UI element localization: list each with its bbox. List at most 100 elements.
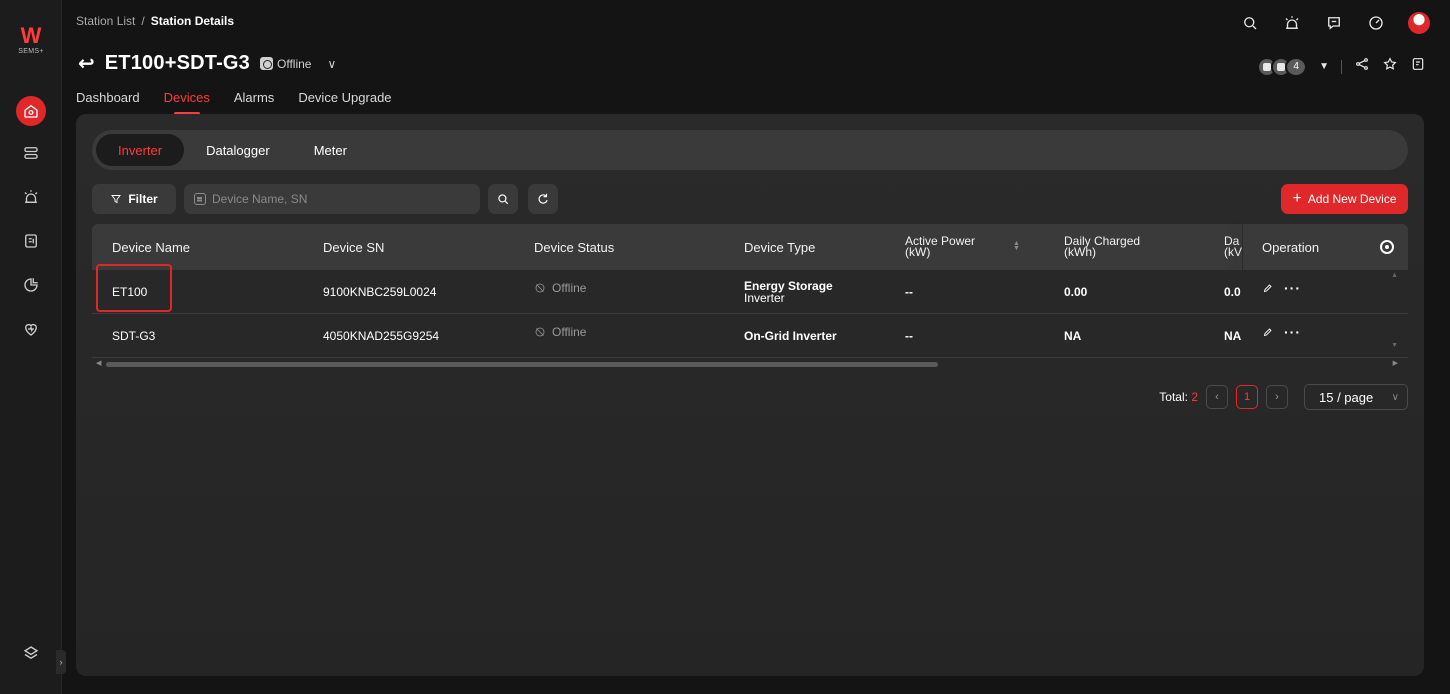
- device-search-input[interactable]: [212, 192, 472, 206]
- add-new-device-button[interactable]: + Add New Device: [1281, 184, 1408, 214]
- col-daily-charged-line2: (kWh): [1064, 245, 1096, 259]
- care-icon[interactable]: [16, 314, 46, 344]
- offline-icon: [535, 327, 545, 336]
- device-name[interactable]: ET100: [112, 270, 147, 313]
- logo-text: SEMS+: [18, 48, 44, 55]
- col-daily-discharged-line2: (kV: [1224, 245, 1242, 259]
- col-daily-discharged: Da (kV: [1224, 224, 1244, 270]
- analytics-icon[interactable]: [16, 270, 46, 300]
- scroll-left-icon[interactable]: ◀: [96, 359, 101, 367]
- total-label: Total:: [1159, 390, 1188, 404]
- alarm-bell-icon[interactable]: [1282, 13, 1302, 33]
- category-datalogger[interactable]: Datalogger: [184, 134, 292, 166]
- scroll-down-icon[interactable]: ▼: [1391, 342, 1398, 349]
- breadcrumb-parent[interactable]: Station List: [76, 14, 135, 28]
- category-inverter[interactable]: Inverter: [96, 134, 185, 166]
- filter-button[interactable]: Filter: [92, 184, 176, 214]
- col-device-sn: Device SN: [323, 239, 385, 255]
- station-title: ET100+SDT-G3: [104, 52, 251, 74]
- global-toolbar: [1240, 12, 1430, 34]
- report-icon[interactable]: [16, 226, 46, 256]
- rail-collapse-toggle[interactable]: ›: [56, 650, 66, 674]
- dashboard-gauge-icon[interactable]: [1366, 13, 1386, 33]
- station-switch-chevron-icon[interactable]: ∨: [327, 57, 336, 71]
- user-avatar[interactable]: [1408, 12, 1430, 34]
- more-icon[interactable]: ···: [1284, 324, 1301, 340]
- refresh-button[interactable]: [528, 184, 558, 214]
- filter-label: Filter: [128, 192, 158, 206]
- breadcrumb-separator: /: [141, 14, 145, 28]
- station-status-text: Offline: [277, 56, 312, 71]
- total-value: 2: [1191, 390, 1198, 404]
- search-icon: [498, 194, 509, 205]
- star-icon[interactable]: [1382, 56, 1398, 77]
- active-power-value: --: [905, 328, 913, 343]
- tab-devices[interactable]: Devices: [164, 90, 210, 115]
- device-status: Offline: [534, 266, 586, 309]
- back-icon[interactable]: ↩: [78, 54, 95, 74]
- active-power-value: --: [905, 284, 913, 299]
- more-icon[interactable]: ···: [1284, 280, 1301, 296]
- device-name[interactable]: SDT-G3: [112, 314, 155, 357]
- sort-icon[interactable]: ▲ ▼: [1013, 240, 1020, 252]
- edit-icon[interactable]: [1262, 282, 1274, 294]
- table-row[interactable]: ET100 9100KNBC259L0024 Offline Energy St…: [92, 264, 1408, 314]
- page-size-select[interactable]: 15 / page ∨: [1304, 384, 1408, 410]
- col-active-power-line2: (kW): [905, 245, 931, 259]
- operation-column-shadow: [1242, 224, 1243, 270]
- pagination: Total: 2 ‹ 1 › 15 / page ∨: [1159, 384, 1408, 410]
- scrollbar-thumb[interactable]: [106, 362, 938, 367]
- table-row[interactable]: SDT-G3 4050KNAD255G9254 Offline On-Grid …: [92, 314, 1408, 358]
- device-sn: 4050KNAD255G9254: [323, 328, 440, 343]
- search-button[interactable]: [488, 184, 518, 214]
- refresh-icon: [538, 193, 548, 204]
- tab-dashboard[interactable]: Dashboard: [76, 90, 140, 105]
- message-icon[interactable]: [1324, 13, 1344, 33]
- layers-icon[interactable]: [16, 638, 46, 668]
- page-button[interactable]: 1: [1236, 385, 1258, 409]
- breadcrumb: Station List / Station Details: [76, 14, 234, 28]
- device-search: [184, 184, 480, 214]
- filter-icon: [111, 195, 122, 204]
- scroll-up-icon[interactable]: ▲: [1391, 272, 1398, 279]
- prev-page-button[interactable]: ‹: [1206, 385, 1228, 409]
- divider: [1341, 59, 1342, 74]
- device-type: On-Grid Inverter: [744, 328, 837, 343]
- category-meter[interactable]: Meter: [292, 134, 369, 166]
- next-page-button[interactable]: ›: [1266, 385, 1288, 409]
- daily-charged-value: NA: [1064, 328, 1082, 343]
- tab-device-upgrade[interactable]: Device Upgrade: [298, 90, 391, 105]
- collaborators[interactable]: 4: [1257, 56, 1308, 77]
- notes-icon[interactable]: [1410, 56, 1426, 77]
- device-status: Offline: [534, 310, 586, 353]
- devices-panel: Inverter Datalogger Meter Filter + Add N…: [76, 114, 1424, 676]
- logo-mark: W: [20, 23, 42, 48]
- alarm-icon[interactable]: [16, 182, 46, 212]
- station-actions: 4 ▼: [1257, 56, 1426, 77]
- search-icon[interactable]: [1240, 13, 1260, 33]
- device-type-line2: Inverter: [744, 290, 785, 305]
- table-header: Device Name Device SN Device Status Devi…: [92, 224, 1408, 270]
- home-icon[interactable]: [16, 96, 46, 126]
- device-category-switch: Inverter Datalogger Meter: [92, 130, 1408, 170]
- app-logo[interactable]: W SEMS+: [14, 23, 48, 56]
- offline-icon: [535, 283, 545, 292]
- station-tabs: Dashboard Devices Alarms Device Upgrade: [76, 90, 392, 115]
- col-active-power[interactable]: Active Power (kW): [905, 224, 975, 270]
- total-count: Total: 2: [1159, 390, 1198, 404]
- sidebar-rail: W SEMS+ ›: [0, 0, 66, 694]
- station-header: ↩ ET100+SDT-G3 Offline ∨: [78, 52, 336, 75]
- device-status-text: Offline: [552, 324, 587, 339]
- device-status-text: Offline: [552, 280, 587, 295]
- scroll-right-icon[interactable]: ▶: [1393, 359, 1398, 367]
- column-settings-icon[interactable]: [1380, 224, 1394, 270]
- collaborator-count: 4: [1285, 56, 1308, 77]
- tab-alarms[interactable]: Alarms: [234, 90, 274, 105]
- horizontal-scrollbar[interactable]: ◀ ▶: [92, 358, 1408, 370]
- edit-icon[interactable]: [1262, 326, 1274, 338]
- plus-icon: +: [1292, 190, 1302, 207]
- collaborators-dropdown-icon[interactable]: ▼: [1319, 61, 1329, 72]
- daily-charged-value: 0.00: [1064, 284, 1088, 299]
- share-icon[interactable]: [1354, 56, 1370, 77]
- device-list-icon[interactable]: [16, 138, 46, 168]
